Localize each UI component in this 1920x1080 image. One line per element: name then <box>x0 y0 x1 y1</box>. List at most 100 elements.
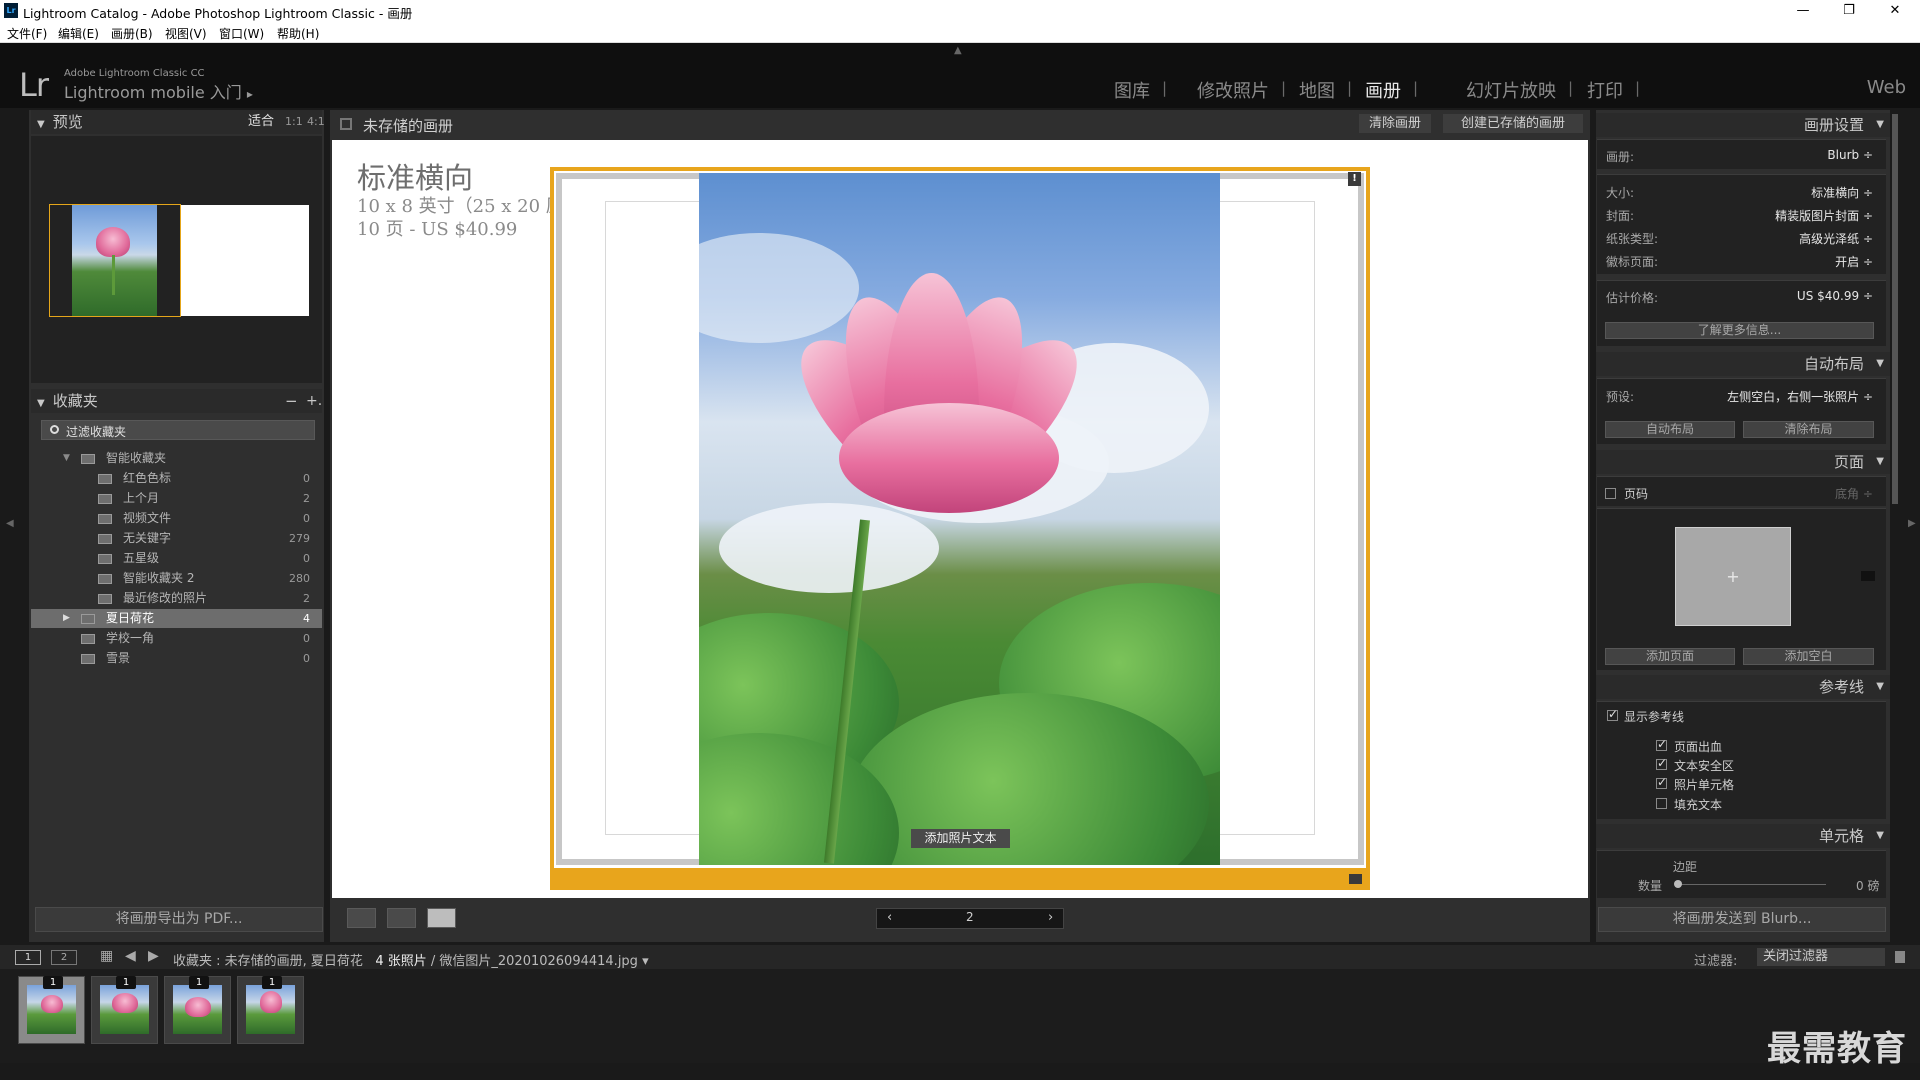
filler-text-checkbox[interactable] <box>1656 798 1667 809</box>
collection-item[interactable]: 视频文件 0 <box>31 509 322 528</box>
menu-edit[interactable]: 编辑(E) <box>58 25 99 42</box>
add-blank-button[interactable]: 添加空白 <box>1743 648 1874 665</box>
preview-highlight <box>49 204 181 317</box>
next-page-button[interactable]: › <box>1048 910 1053 925</box>
scrollbar[interactable] <box>1892 114 1898 504</box>
restore-button[interactable]: ❐ <box>1826 0 1872 22</box>
module-library[interactable]: 图库 <box>1114 77 1150 103</box>
collection-set-icon <box>81 614 95 624</box>
remove-collection-icon[interactable]: − <box>285 389 298 413</box>
zoom-1-1[interactable]: 1:1 <box>285 110 303 134</box>
minimize-button[interactable]: — <box>1780 0 1826 22</box>
page-menu-icon[interactable] <box>1349 874 1362 884</box>
bleed-label: 页面出血 <box>1674 740 1723 754</box>
collection-item[interactable]: 五星级 0 <box>31 549 322 568</box>
auto-layout-button[interactable]: 自动布局 <box>1605 421 1735 438</box>
preview-header[interactable]: ▼ 预览 适合 1:1 4:1 <box>31 110 325 134</box>
cover-row[interactable]: 封面: 精装版图片封面 ÷ <box>1606 207 1879 224</box>
preset-row[interactable]: 预设: 左侧空白，右侧一张照片 ÷ <box>1606 388 1879 405</box>
page-template-preview[interactable]: + <box>1675 527 1791 626</box>
screen-2-button[interactable]: 2 <box>51 950 77 965</box>
create-saved-book-button[interactable]: 创建已存储的画册 <box>1443 114 1583 133</box>
logo-page-row[interactable]: 徽标页面: 开启 ÷ <box>1606 253 1879 270</box>
price-row: 估计价格: US $40.99 ÷ <box>1606 289 1873 305</box>
photo-cell-checkbox[interactable] <box>1656 775 1667 789</box>
page-number-position[interactable]: 底角 ÷ <box>1835 485 1873 502</box>
photo-cell[interactable] <box>699 173 1220 865</box>
menu-file[interactable]: 文件(F) <box>7 25 47 42</box>
learn-more-button[interactable]: 了解更多信息... <box>1605 322 1874 339</box>
collection-item-selected[interactable]: ▶ 夏日荷花 4 <box>31 609 322 628</box>
left-panel-toggle-icon[interactable]: ◀ <box>6 518 14 529</box>
collection-item[interactable]: 红色色标 0 <box>31 469 322 488</box>
prev-page-button[interactable]: ‹ <box>887 910 892 925</box>
size-row[interactable]: 大小: 标准横向 ÷ <box>1606 184 1879 201</box>
menu-help[interactable]: 帮助(H) <box>277 25 319 42</box>
show-guides-checkbox[interactable] <box>1607 707 1618 721</box>
close-button[interactable]: ✕ <box>1872 0 1918 22</box>
collections-header[interactable]: ▼ 收藏夹 − +. <box>31 389 322 413</box>
mobile-link[interactable]: Lightroom mobile 入门 ▸ <box>64 79 253 103</box>
collection-item[interactable]: 无关键字 279 <box>31 529 322 548</box>
page-header[interactable]: 页面 ▼ <box>1596 450 1890 474</box>
screen-1-button[interactable]: 1 <box>15 950 41 965</box>
zoom-4-1[interactable]: 4:1 <box>307 110 325 134</box>
collection-item[interactable]: 雪景 0 <box>31 649 322 668</box>
menu-book[interactable]: 画册(B) <box>111 25 153 42</box>
add-collection-icon[interactable]: +. <box>306 389 322 413</box>
book-row[interactable]: 画册: Blurb ÷ <box>1606 148 1879 165</box>
top-panel-toggle-icon[interactable]: ▲ <box>954 45 962 56</box>
module-print[interactable]: 打印 <box>1587 77 1623 103</box>
collections-filter[interactable]: 过滤收藏夹 <box>41 420 315 440</box>
grid-icon[interactable]: ▦ <box>100 948 113 964</box>
spread-view-icon[interactable] <box>387 908 416 928</box>
module-map[interactable]: 地图 <box>1299 77 1335 103</box>
filter-dropdown[interactable]: 关闭过滤器 <box>1757 948 1885 966</box>
filmstrip-thumb[interactable]: 1 <box>164 976 231 1044</box>
send-to-blurb-button[interactable]: 将画册发送到 Blurb... <box>1598 907 1886 932</box>
warning-icon[interactable]: ! <box>1348 172 1361 186</box>
smart-collection-icon <box>98 494 112 504</box>
page-number-checkbox[interactable] <box>1605 488 1616 499</box>
menu-window[interactable]: 窗口(W) <box>219 25 264 42</box>
clear-book-button[interactable]: 清除画册 <box>1359 114 1431 133</box>
guides-header[interactable]: 参考线 ▼ <box>1596 675 1890 699</box>
collection-item[interactable]: 上个月 2 <box>31 489 322 508</box>
source-breadcrumb[interactable]: 收藏夹 : 未存储的画册, 夏日荷花 4 张照片 / 微信图片_20201026… <box>173 950 649 969</box>
add-photo-text-button[interactable]: 添加照片文本 <box>911 829 1010 848</box>
module-book[interactable]: 画册 <box>1365 77 1401 103</box>
cell-header[interactable]: 单元格 ▼ <box>1596 824 1890 848</box>
collection-item[interactable]: 最近修改的照片 2 <box>31 589 322 608</box>
collection-item[interactable]: 智能收藏夹 2 280 <box>31 569 322 588</box>
filter-lock-icon[interactable] <box>1895 951 1905 963</box>
filmstrip-thumb[interactable]: 1 <box>237 976 304 1044</box>
amount-slider-track[interactable] <box>1676 884 1826 885</box>
collection-set-smart[interactable]: ▼ 智能收藏夹 <box>31 449 322 468</box>
single-page-view-icon[interactable] <box>427 908 456 928</box>
bleed-checkbox[interactable] <box>1656 737 1667 751</box>
add-page-button[interactable]: 添加页面 <box>1605 648 1735 665</box>
mobile-label: Lightroom mobile 入门 <box>64 83 242 102</box>
module-web[interactable]: Web <box>1867 77 1906 98</box>
module-develop[interactable]: 修改照片 <box>1197 77 1269 103</box>
template-menu-icon[interactable] <box>1861 571 1875 581</box>
forward-arrow-icon[interactable]: ▶ <box>148 948 159 964</box>
text-safe-checkbox[interactable] <box>1656 756 1667 770</box>
book-settings-header[interactable]: 画册设置 ▼ <box>1596 113 1890 137</box>
back-arrow-icon[interactable]: ◀ <box>125 948 136 964</box>
clear-layout-button[interactable]: 清除布局 <box>1743 421 1874 438</box>
multi-page-view-icon[interactable] <box>347 908 376 928</box>
zoom-fit[interactable]: 适合 <box>248 110 274 134</box>
module-slideshow[interactable]: 幻灯片放映 <box>1466 77 1556 103</box>
amount-slider-thumb[interactable] <box>1674 880 1682 888</box>
right-panel-toggle-icon[interactable]: ▶ <box>1908 518 1916 529</box>
collapse-icon: ▼ <box>37 398 45 409</box>
usage-badge: 1 <box>43 976 63 989</box>
filmstrip-thumb[interactable]: 1 <box>91 976 158 1044</box>
auto-layout-header[interactable]: 自动布局 ▼ <box>1596 352 1890 376</box>
filmstrip-thumb[interactable]: 1 <box>18 976 85 1044</box>
export-pdf-button[interactable]: 将画册导出为 PDF... <box>35 907 323 932</box>
collection-item[interactable]: 学校一角 0 <box>31 629 322 648</box>
paper-row[interactable]: 纸张类型: 高级光泽纸 ÷ <box>1606 230 1879 247</box>
menu-view[interactable]: 视图(V) <box>165 25 207 42</box>
